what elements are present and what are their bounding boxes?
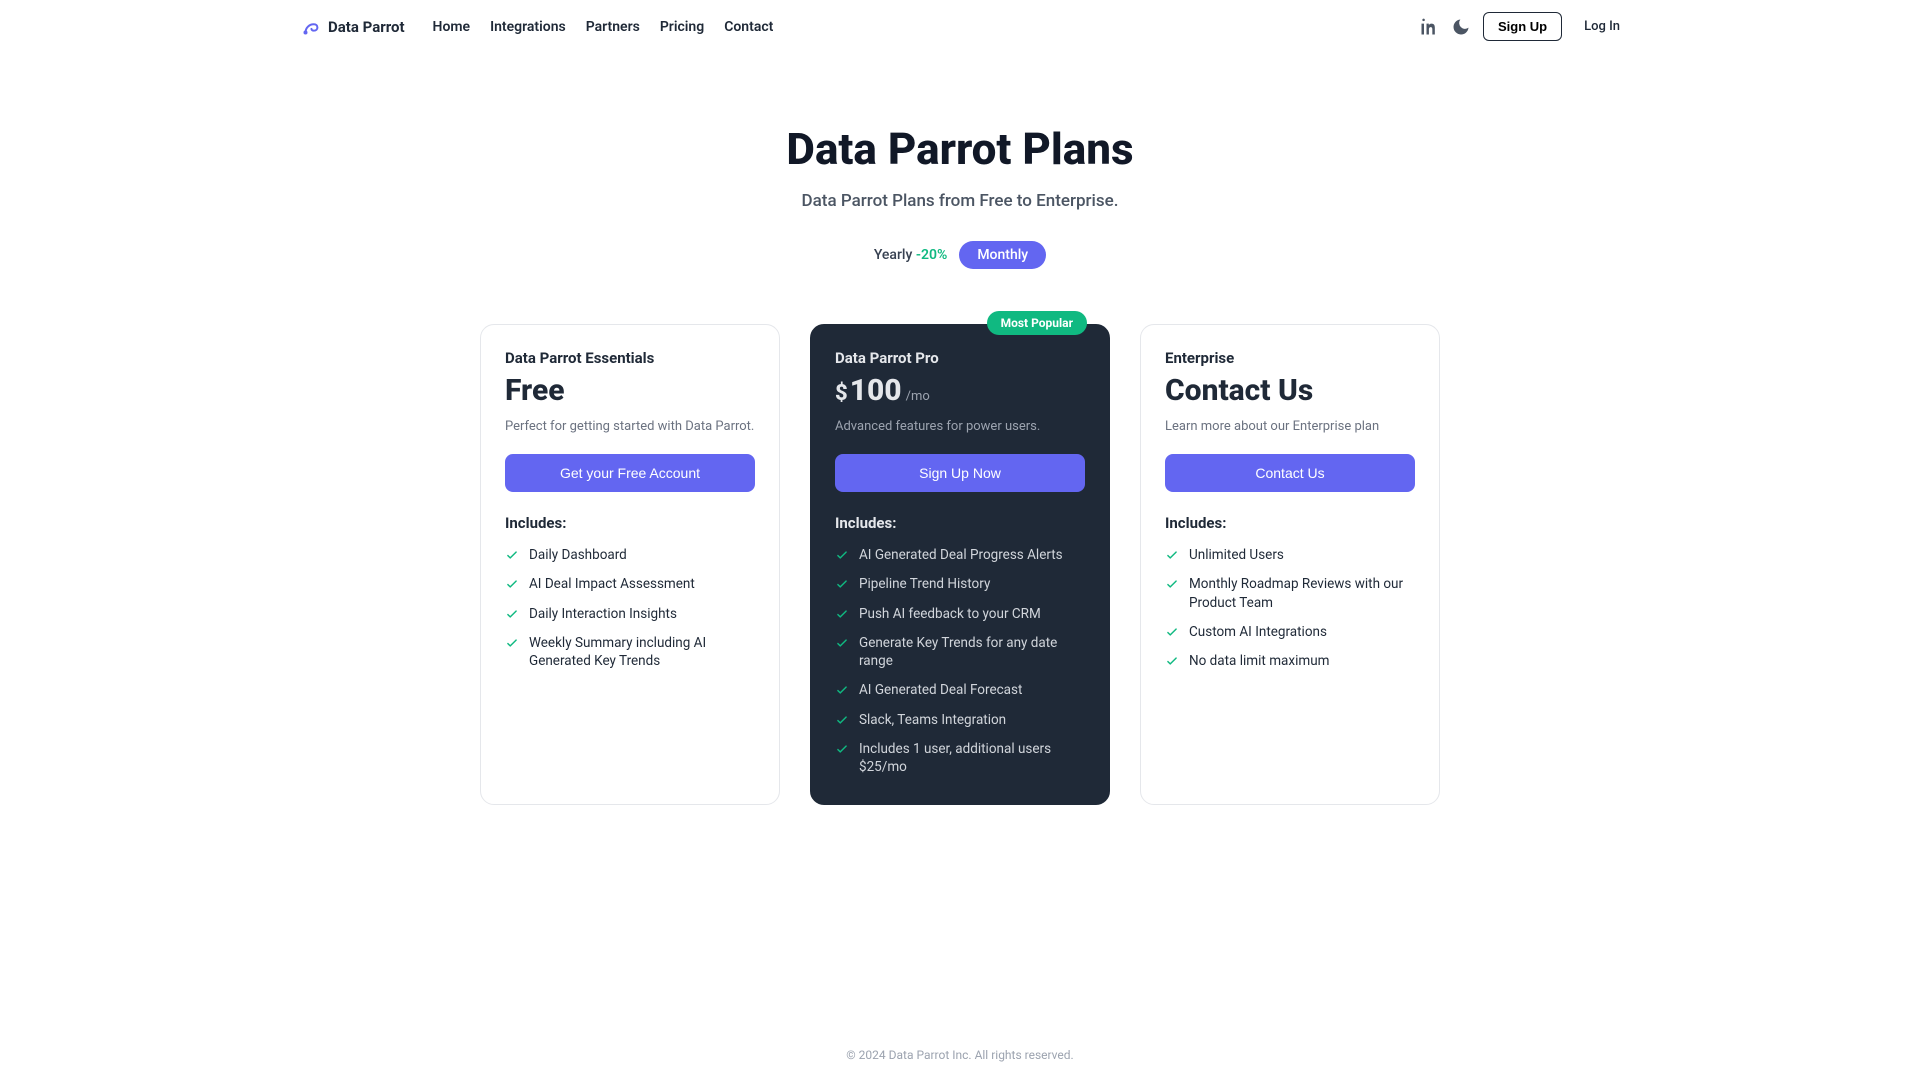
includes-label: Includes: [505,514,755,532]
price-currency: $ [835,381,848,406]
parrot-logo-icon [300,16,322,38]
linkedin-icon[interactable] [1419,17,1439,37]
feature-item: Daily Dashboard [505,546,755,564]
feature-item: No data limit maximum [1165,652,1415,670]
plan-desc: Perfect for getting started with Data Pa… [505,418,755,436]
price-amount: 100 [850,373,902,408]
pricing-cards: Data Parrot Essentials Free Perfect for … [240,324,1680,805]
check-icon [505,607,519,621]
most-popular-badge: Most Popular [987,311,1087,335]
billing-monthly-option[interactable]: Monthly [959,241,1046,269]
feature-text: Daily Interaction Insights [529,605,677,623]
feature-text: Daily Dashboard [529,546,627,564]
check-icon [1165,654,1179,668]
feature-text: No data limit maximum [1189,652,1329,670]
price-amount: Free [505,373,565,408]
feature-item: Generate Key Trends for any date range [835,634,1085,670]
nav-link-pricing[interactable]: Pricing [660,19,704,35]
check-icon [835,636,849,650]
brand-name: Data Parrot [328,18,405,36]
feature-list: Daily Dashboard AI Deal Impact Assessmen… [505,546,755,670]
brand[interactable]: Data Parrot [300,16,405,38]
price-period: /mo [906,389,930,404]
feature-item: Unlimited Users [1165,546,1415,564]
nav-link-home[interactable]: Home [433,19,471,35]
check-icon [505,577,519,591]
check-icon [835,683,849,697]
check-icon [835,742,849,756]
feature-item: Pipeline Trend History [835,575,1085,593]
check-icon [505,636,519,650]
plan-cta-enterprise[interactable]: Contact Us [1165,454,1415,492]
feature-text: Pipeline Trend History [859,575,990,593]
page-title: Data Parrot Plans [240,123,1680,175]
nav-links: Home Integrations Partners Pricing Conta… [433,19,774,35]
nav-link-integrations[interactable]: Integrations [490,19,566,35]
feature-text: AI Deal Impact Assessment [529,575,695,593]
plan-desc: Advanced features for power users. [835,418,1085,436]
feature-text: Includes 1 user, additional users $25/mo [859,740,1085,776]
footer-text: © 2024 Data Parrot Inc. All rights reser… [846,1048,1073,1062]
plan-name: Data Parrot Pro [835,349,1085,367]
plan-price: Free [505,373,755,408]
plan-cta-free[interactable]: Get your Free Account [505,454,755,492]
yearly-discount: -20% [916,247,947,263]
dark-mode-toggle-icon[interactable] [1451,17,1471,37]
plan-desc: Learn more about our Enterprise plan [1165,418,1415,436]
feature-text: Custom AI Integrations [1189,623,1327,641]
billing-toggle: Yearly -20% Monthly [240,241,1680,269]
signup-button[interactable]: Sign Up [1483,12,1562,41]
feature-item: Includes 1 user, additional users $25/mo [835,740,1085,776]
feature-text: AI Generated Deal Progress Alerts [859,546,1063,564]
feature-text: Unlimited Users [1189,546,1284,564]
feature-item: Slack, Teams Integration [835,711,1085,729]
check-icon [1165,577,1179,591]
feature-text: Generate Key Trends for any date range [859,634,1085,670]
plan-card-enterprise: Enterprise Contact Us Learn more about o… [1140,324,1440,805]
includes-label: Includes: [835,514,1085,532]
feature-list: AI Generated Deal Progress Alerts Pipeli… [835,546,1085,776]
feature-item: AI Deal Impact Assessment [505,575,755,593]
billing-yearly-option[interactable]: Yearly -20% [874,247,947,263]
nav-actions: Sign Up Log In [1419,12,1620,41]
plan-price: $ 100 /mo [835,373,1085,408]
footer: © 2024 Data Parrot Inc. All rights reser… [240,1030,1680,1080]
check-icon [505,548,519,562]
feature-item: AI Generated Deal Forecast [835,681,1085,699]
feature-text: AI Generated Deal Forecast [859,681,1022,699]
check-icon [1165,548,1179,562]
feature-list: Unlimited Users Monthly Roadmap Reviews … [1165,546,1415,670]
plan-cta-pro[interactable]: Sign Up Now [835,454,1085,492]
feature-item: Push AI feedback to your CRM [835,605,1085,623]
includes-label: Includes: [1165,514,1415,532]
feature-text: Weekly Summary including AI Generated Ke… [529,634,755,670]
top-nav: Data Parrot Home Integrations Partners P… [240,0,1680,53]
feature-item: Custom AI Integrations [1165,623,1415,641]
nav-link-contact[interactable]: Contact [724,19,773,35]
check-icon [835,548,849,562]
feature-text: Push AI feedback to your CRM [859,605,1041,623]
nav-link-partners[interactable]: Partners [586,19,640,35]
plan-name: Enterprise [1165,349,1415,367]
plan-name: Data Parrot Essentials [505,349,755,367]
feature-text: Monthly Roadmap Reviews with our Product… [1189,575,1415,611]
page-subtitle: Data Parrot Plans from Free to Enterpris… [240,191,1680,211]
feature-item: Daily Interaction Insights [505,605,755,623]
yearly-label: Yearly [874,247,913,263]
plan-card-pro: Most Popular Data Parrot Pro $ 100 /mo A… [810,324,1110,805]
feature-item: AI Generated Deal Progress Alerts [835,546,1085,564]
feature-item: Monthly Roadmap Reviews with our Product… [1165,575,1415,611]
feature-item: Weekly Summary including AI Generated Ke… [505,634,755,670]
price-amount: Contact Us [1165,373,1313,408]
login-link[interactable]: Log In [1584,19,1620,34]
check-icon [835,713,849,727]
feature-text: Slack, Teams Integration [859,711,1006,729]
plan-price: Contact Us [1165,373,1415,408]
hero: Data Parrot Plans Data Parrot Plans from… [240,123,1680,211]
check-icon [835,607,849,621]
plan-card-essentials: Data Parrot Essentials Free Perfect for … [480,324,780,805]
check-icon [835,577,849,591]
check-icon [1165,625,1179,639]
